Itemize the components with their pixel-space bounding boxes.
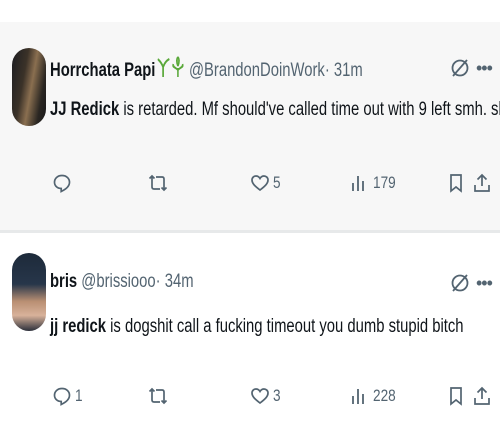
avatar[interactable] (12, 48, 46, 126)
grok-icon[interactable] (450, 58, 470, 78)
retweet-button[interactable] (148, 172, 171, 194)
more-icon[interactable]: ••• (476, 58, 493, 78)
tweet-time[interactable]: · 34m (156, 271, 194, 292)
heart-icon (251, 175, 269, 192)
tweet-time[interactable]: · 31m (325, 60, 363, 81)
views-button[interactable]: 228 (350, 385, 401, 407)
feed-top-gap (0, 0, 500, 22)
reply-icon (53, 174, 71, 193)
tweet-text-body: is retarded. Mf should've called time ou… (119, 99, 500, 120)
avatar[interactable] (12, 253, 46, 331)
tweet-header: bris @brissiooo· 34m (50, 271, 194, 293)
retweet-button[interactable] (148, 385, 171, 407)
reply-icon (53, 387, 71, 406)
tweet-text-body: is dogshit call a fucking timeout you du… (106, 316, 464, 337)
retweet-icon (148, 387, 168, 405)
tweet-text: JJ Redick is retarded. Mf should've call… (50, 98, 500, 122)
like-button[interactable]: 5 (250, 172, 282, 194)
tweet-1[interactable]: Horrchata Papi @BrandonDoinWork· 31m ••• … (0, 22, 500, 230)
author-name[interactable]: bris (50, 271, 77, 292)
reply-button[interactable]: 1 (52, 385, 84, 407)
like-count: 3 (273, 386, 281, 405)
views-count: 228 (373, 386, 396, 405)
reply-button[interactable] (52, 172, 75, 194)
author-handle[interactable]: @brissiooo (81, 271, 155, 292)
views-button[interactable]: 179 (350, 172, 401, 194)
tweet-2[interactable]: bris @brissiooo· 34m ••• jj redick is do… (0, 233, 500, 440)
plant-emoji-icon (157, 56, 186, 84)
retweet-icon (148, 174, 168, 192)
tweet-header: Horrchata Papi @BrandonDoinWork· 31m (50, 56, 363, 84)
views-icon (352, 389, 364, 404)
views-icon (352, 176, 364, 191)
share-button[interactable] (472, 172, 492, 194)
share-icon (474, 386, 490, 405)
grok-icon[interactable] (450, 273, 470, 293)
like-count: 5 (273, 173, 281, 192)
bookmark-icon (450, 387, 462, 406)
author-handle[interactable]: @BrandonDoinWork (189, 60, 325, 81)
views-count: 179 (373, 173, 396, 192)
bookmark-button[interactable] (446, 172, 466, 194)
author-name[interactable]: Horrchata Papi (50, 60, 155, 81)
bookmark-icon (450, 174, 462, 193)
share-button[interactable] (472, 385, 492, 407)
tweet-text-mention: JJ Redick (50, 99, 120, 120)
tweet-text-mention: jj redick (50, 316, 107, 337)
reply-count: 1 (75, 386, 83, 405)
share-icon (474, 173, 490, 192)
more-icon[interactable]: ••• (476, 273, 493, 293)
heart-icon (251, 388, 269, 405)
tweet-text: jj redick is dogshit call a fucking time… (50, 315, 464, 339)
bookmark-button[interactable] (446, 385, 466, 407)
like-button[interactable]: 3 (250, 385, 282, 407)
